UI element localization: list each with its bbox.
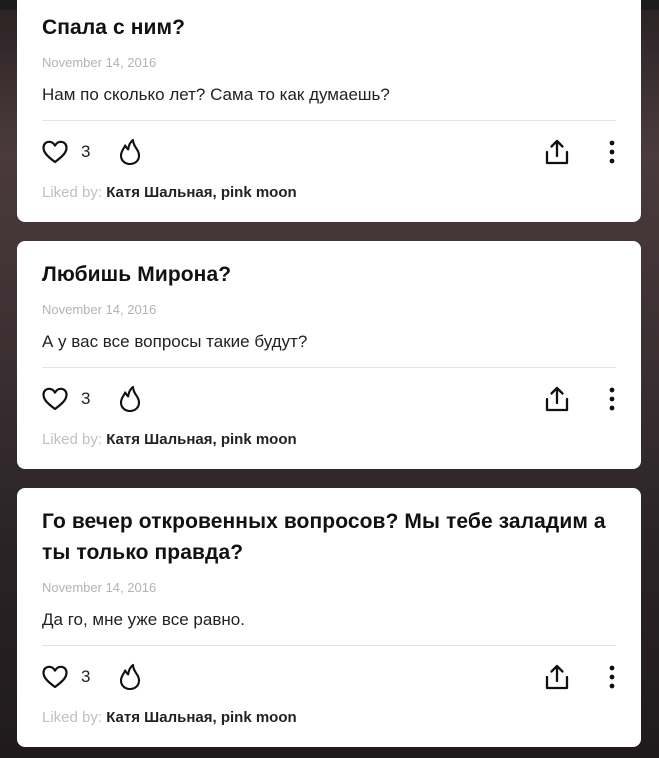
action-bar: 3 — [42, 368, 616, 430]
action-bar: 3 — [42, 646, 616, 708]
liked-by-label: Liked by: — [42, 709, 103, 726]
more-vertical-icon[interactable] — [608, 138, 616, 166]
like-count: 3 — [81, 142, 91, 161]
fire-icon[interactable] — [118, 385, 142, 413]
heart-icon[interactable] — [42, 140, 68, 164]
liked-by-label: Liked by: — [42, 184, 103, 201]
answer-card: Любишь Мирона? November 14, 2016 А у вас… — [17, 241, 641, 469]
heart-icon[interactable] — [42, 665, 68, 689]
share-icon[interactable] — [544, 385, 570, 413]
heart-icon[interactable] — [42, 387, 68, 411]
answer-text: Нам по сколько лет? Сама то как думаешь? — [42, 85, 390, 104]
action-bar: 3 — [42, 121, 616, 183]
like-count: 3 — [81, 667, 91, 686]
more-vertical-icon[interactable] — [608, 663, 616, 691]
answer-text: Да го, мне уже все равно. — [42, 610, 245, 629]
share-icon[interactable] — [544, 663, 570, 691]
liked-by-names[interactable]: Катя Шальная, pink moon — [106, 184, 296, 201]
answer-card: Спала с ним? November 14, 2016 Нам по ск… — [17, 0, 641, 222]
answer-date[interactable]: November 14, 2016 — [42, 580, 616, 596]
question-title[interactable]: Любишь Мирона? — [42, 241, 616, 290]
liked-by-label: Liked by: — [42, 431, 103, 448]
liked-by: Liked by: Катя Шальная, pink moon — [42, 708, 616, 728]
answer-text: А у вас все вопросы такие будут? — [42, 332, 308, 351]
question-title[interactable]: Го вечер откровенных вопросов? Мы тебе з… — [42, 488, 616, 568]
answer-card: Го вечер откровенных вопросов? Мы тебе з… — [17, 488, 641, 747]
fire-icon[interactable] — [118, 663, 142, 691]
fire-icon[interactable] — [118, 138, 142, 166]
answer-date[interactable]: November 14, 2016 — [42, 302, 616, 318]
liked-by: Liked by: Катя Шальная, pink moon — [42, 430, 616, 450]
share-icon[interactable] — [544, 138, 570, 166]
like-count: 3 — [81, 389, 91, 408]
liked-by-names[interactable]: Катя Шальная, pink moon — [106, 709, 296, 726]
question-title[interactable]: Спала с ним? — [42, 0, 616, 43]
liked-by: Liked by: Катя Шальная, pink moon — [42, 183, 616, 203]
answer-date[interactable]: November 14, 2016 — [42, 55, 616, 71]
more-vertical-icon[interactable] — [608, 385, 616, 413]
liked-by-names[interactable]: Катя Шальная, pink moon — [106, 431, 296, 448]
